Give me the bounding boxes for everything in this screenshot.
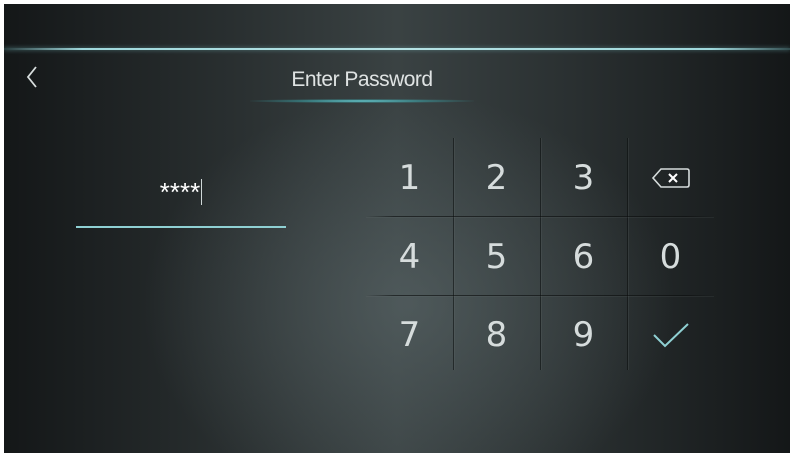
key-7[interactable]: 7 [366, 296, 453, 374]
page-title: Enter Password [291, 68, 433, 91]
password-field-underline [76, 226, 286, 228]
key-8[interactable]: 8 [453, 296, 540, 374]
back-button[interactable] [18, 62, 46, 92]
chevron-left-icon [26, 66, 37, 88]
password-masked-value: **** [159, 177, 201, 207]
key-6[interactable]: 6 [540, 218, 627, 296]
numeric-keypad: 1 2 3 4 5 6 0 7 8 9 [366, 134, 714, 370]
title-underline-glow [250, 99, 474, 103]
text-caret [201, 179, 203, 206]
confirm-key[interactable] [627, 296, 714, 374]
key-5[interactable]: 5 [453, 218, 540, 296]
key-2[interactable]: 2 [453, 139, 540, 217]
password-field[interactable]: **** [76, 172, 286, 212]
key-4[interactable]: 4 [366, 218, 453, 296]
checkmark-icon [652, 323, 689, 348]
header-divider [4, 48, 790, 50]
key-0[interactable]: 0 [627, 218, 714, 296]
key-1[interactable]: 1 [366, 139, 453, 217]
backspace-icon [651, 168, 690, 188]
key-3[interactable]: 3 [540, 139, 627, 217]
password-screen: Enter Password **** 1 2 3 4 5 6 0 7 8 9 [4, 4, 790, 453]
key-9[interactable]: 9 [540, 296, 627, 374]
backspace-key[interactable] [627, 139, 714, 217]
